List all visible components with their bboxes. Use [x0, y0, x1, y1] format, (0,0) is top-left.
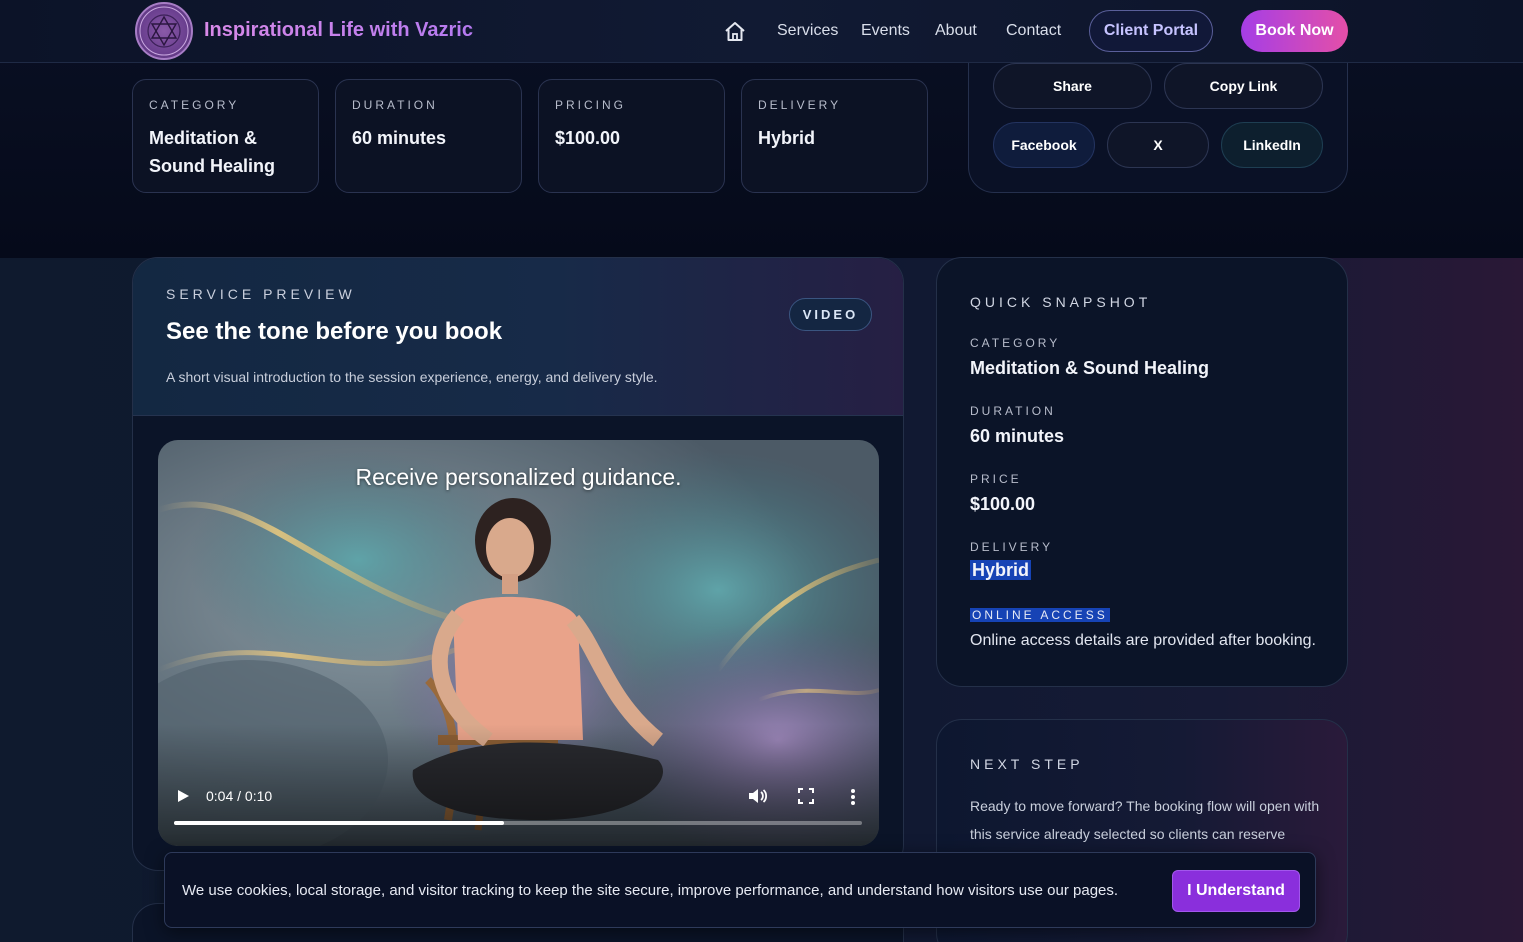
star-of-david-icon [139, 6, 189, 56]
snapshot-price-label: PRICE [970, 472, 1022, 486]
preview-eyebrow: SERVICE PREVIEW [166, 286, 356, 302]
snapshot-category-value: Meditation & Sound Healing [970, 358, 1209, 378]
info-card-duration: DURATION 60 minutes [335, 79, 522, 193]
video-frame-image [158, 440, 879, 846]
video-progress-fill [174, 821, 505, 825]
volume-icon[interactable] [748, 787, 768, 805]
nav-about[interactable]: About [935, 22, 977, 40]
info-card-value: Meditation & Sound Healing [149, 128, 275, 176]
video-badge: VIDEO [789, 298, 872, 331]
snapshot-online-label: ONLINE ACCESS [970, 608, 1110, 622]
snapshot-price-value: $100.00 [970, 494, 1036, 514]
info-card-label: DURATION [352, 98, 438, 112]
info-card-label: DELIVERY [758, 98, 842, 112]
service-preview-card: SERVICE PREVIEW See the tone before you … [132, 257, 904, 871]
info-card-category: CATEGORY Meditation & Sound Healing [132, 79, 319, 193]
linkedin-share-button[interactable]: LinkedIn [1221, 122, 1323, 168]
snapshot-duration-value: 60 minutes [970, 426, 1065, 446]
cookie-banner: We use cookies, local storage, and visit… [164, 852, 1316, 928]
snapshot-online-wrap: ONLINE ACCESS [970, 608, 1110, 622]
video-caption: Receive personalized guidance. [355, 464, 682, 490]
info-card-pricing: PRICING $100.00 [538, 79, 725, 193]
snapshot-duration-label: DURATION [970, 404, 1056, 418]
brand-logo[interactable] [135, 2, 193, 60]
preview-subtitle: A short visual introduction to the sessi… [166, 369, 658, 385]
quick-snapshot-card: QUICK SNAPSHOT CATEGORY Meditation & Sou… [936, 257, 1348, 687]
nav-services[interactable]: Services [777, 22, 838, 40]
x-share-button[interactable]: X [1107, 122, 1209, 168]
info-card-value: $100.00 [555, 128, 621, 148]
snapshot-delivery-label: DELIVERY [970, 540, 1054, 554]
share-button[interactable]: Share [993, 63, 1152, 109]
info-card-delivery: DELIVERY Hybrid [741, 79, 928, 193]
client-portal-button[interactable]: Client Portal [1089, 10, 1213, 52]
nav-events[interactable]: Events [861, 22, 910, 40]
video-player[interactable]: Receive personalized guidance. 0:04 / 0:… [158, 440, 879, 846]
cookie-accept-button[interactable]: I Understand [1172, 870, 1300, 912]
snapshot-online-note: Online access details are provided after… [970, 632, 1316, 649]
preview-title: See the tone before you book [166, 318, 503, 345]
copy-link-button[interactable]: Copy Link [1164, 63, 1323, 109]
snapshot-delivery-value: Hybrid [970, 560, 1032, 580]
next-step-title: NEXT STEP [970, 756, 1084, 772]
snapshot-category-label: CATEGORY [970, 336, 1061, 350]
video-progress-bar[interactable] [174, 821, 862, 825]
video-time: 0:04 / 0:10 [206, 788, 273, 804]
facebook-share-button[interactable]: Facebook [993, 122, 1095, 168]
fullscreen-icon[interactable] [798, 788, 814, 804]
info-card-value: 60 minutes [352, 128, 447, 148]
snapshot-title: QUICK SNAPSHOT [970, 294, 1152, 310]
preview-header: SERVICE PREVIEW See the tone before you … [133, 258, 903, 416]
info-card-label: PRICING [555, 98, 627, 112]
brand-name[interactable]: Inspirational Life with Vazric [204, 19, 473, 42]
info-card-value: Hybrid [758, 128, 816, 148]
more-options-icon[interactable] [850, 788, 856, 806]
snapshot-delivery-wrap: Hybrid [970, 560, 1032, 581]
nav-contact[interactable]: Contact [1006, 22, 1061, 40]
cookie-message: We use cookies, local storage, and visit… [182, 882, 1119, 899]
play-icon[interactable] [176, 789, 190, 803]
book-now-button[interactable]: Book Now [1241, 10, 1348, 52]
home-icon[interactable] [723, 20, 747, 44]
site-header: Inspirational Life with Vazric Services … [0, 0, 1523, 63]
info-card-label: CATEGORY [149, 98, 240, 112]
